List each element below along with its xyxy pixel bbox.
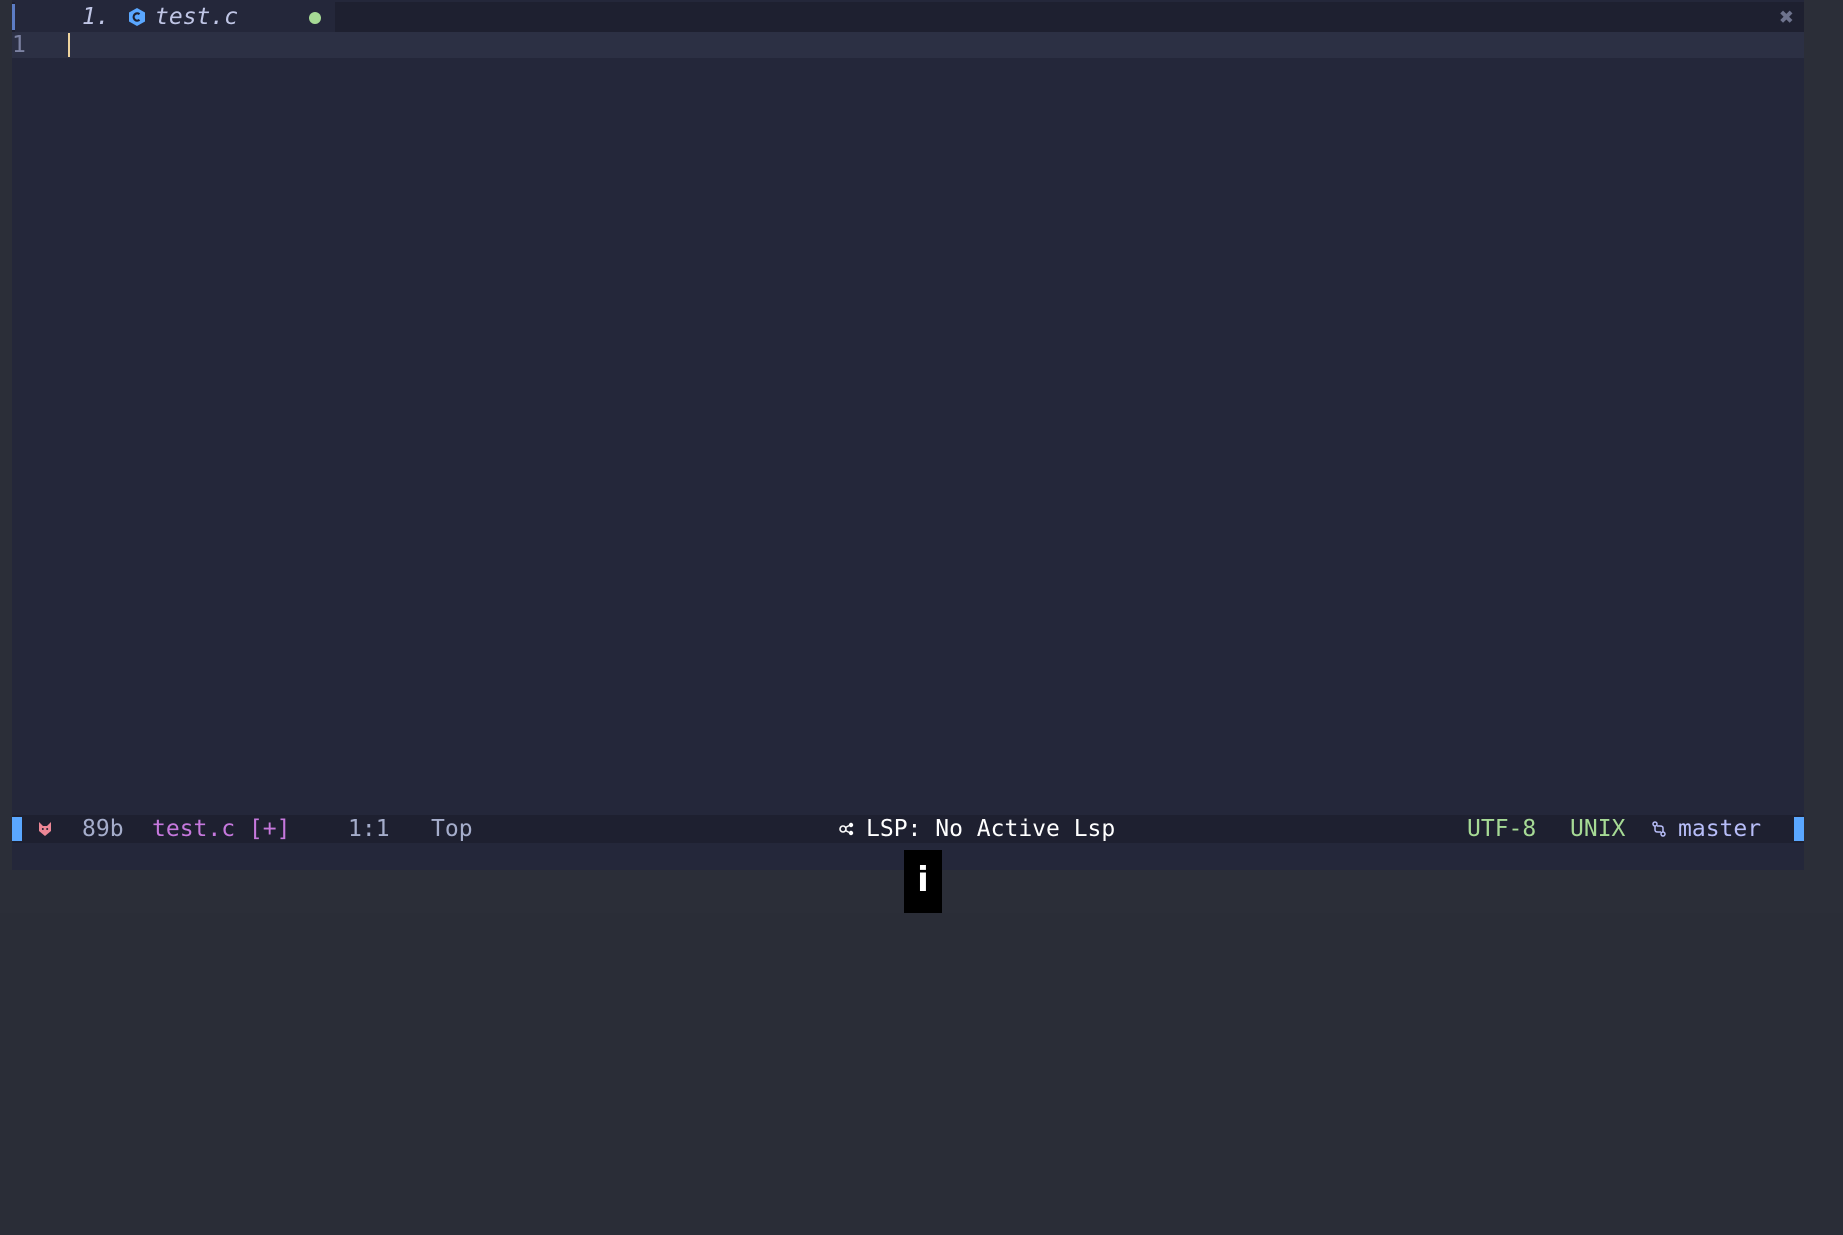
line-number: 1: [12, 32, 26, 58]
c-language-icon: [129, 8, 145, 26]
buffer-tab-test-c[interactable]: 1. test.c: [15, 2, 335, 32]
scroll-position: Top: [431, 816, 473, 842]
screen-frame: 1. test.c ✖ 1 89b test.c [+] 1:1 Top LSP…: [0, 0, 1843, 913]
modified-indicator-icon: [309, 12, 321, 24]
lsp-status: LSP: No Active Lsp: [866, 816, 1116, 842]
cursor-line: [12, 32, 1804, 58]
tab-number: 1.: [82, 4, 110, 30]
lsp-icon: [839, 822, 854, 836]
tabline: 1. test.c ✖: [12, 2, 1804, 32]
info-badge-icon[interactable]: i: [904, 850, 942, 913]
file-format: UNIX: [1570, 816, 1626, 842]
file-encoding: UTF-8: [1467, 816, 1537, 842]
file-size: 89b: [82, 816, 124, 842]
mode-indicator-right: [1794, 817, 1804, 841]
cat-icon: [39, 822, 51, 836]
status-filename: test.c [+]: [152, 816, 291, 842]
cursor-position: 1:1: [348, 816, 390, 842]
git-branch: master: [1678, 816, 1762, 842]
editor-window: 1. test.c ✖ 1 89b test.c [+] 1:1 Top LSP…: [12, 0, 1804, 870]
tab-filename: test.c: [155, 4, 239, 30]
close-icon[interactable]: ✖: [1780, 2, 1794, 32]
git-branch-icon: [1652, 821, 1666, 837]
statusline: 89b test.c [+] 1:1 Top LSP: No Active Ls…: [12, 815, 1804, 843]
text-cursor: [68, 33, 70, 57]
mode-indicator-left: [12, 817, 22, 841]
